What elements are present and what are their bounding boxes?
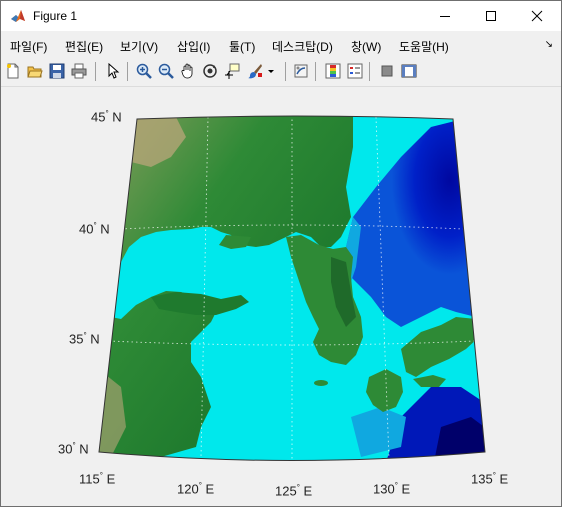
- brush-button[interactable]: [246, 61, 264, 81]
- lat-label-35: 35° N: [69, 331, 100, 347]
- lat-label-30: 30° N: [58, 441, 89, 457]
- matlab-logo-icon: [10, 8, 26, 24]
- save-icon: [49, 63, 65, 79]
- brush-icon: [248, 64, 262, 79]
- lon-label-135: 135° E: [471, 471, 509, 487]
- menu-desktop[interactable]: 데스크탑(D): [272, 38, 333, 55]
- menu-bar: 파일(F) 편집(E) 보기(V) 삽입(I) 툴(T) 데스크탑(D) 창(W…: [1, 32, 561, 58]
- menu-edit[interactable]: 편집(E): [65, 38, 103, 55]
- link-plot-icon: [294, 64, 308, 78]
- lon-label-120: 120° E: [177, 481, 215, 497]
- data-cursor-button[interactable]: [223, 61, 241, 81]
- jeju-island-region: [314, 380, 328, 386]
- title-bar[interactable]: Figure 1: [1, 1, 561, 31]
- pan-icon: [181, 63, 193, 79]
- rotate-3d-button[interactable]: [201, 61, 219, 81]
- lat-label-40: 40° N: [79, 221, 110, 237]
- lon-label-115: 115° E: [79, 471, 116, 487]
- menu-tools[interactable]: 툴(T): [229, 38, 255, 55]
- menu-file[interactable]: 파일(F): [10, 38, 47, 55]
- zoom-out-icon: [158, 63, 174, 79]
- map-image: [99, 116, 485, 461]
- new-figure-icon: [7, 63, 19, 79]
- close-button[interactable]: [514, 1, 560, 31]
- colorbar-icon: [325, 63, 341, 79]
- maximize-button[interactable]: [468, 1, 514, 31]
- show-plot-tools-button[interactable]: [400, 61, 418, 81]
- lat-label-45: 45° N: [91, 109, 122, 125]
- toolbar-separator: [285, 62, 286, 81]
- toolbar-separator: [315, 62, 316, 81]
- toolbar-separator: [369, 62, 370, 81]
- print-button[interactable]: [70, 61, 88, 81]
- insert-colorbar-button[interactable]: [324, 61, 342, 81]
- link-plot-button[interactable]: [292, 61, 310, 81]
- maximize-icon: [486, 11, 496, 21]
- axes-area[interactable]: 45° N 40° N 35° N 30° N 115° E 120° E 12…: [1, 87, 561, 506]
- menu-help[interactable]: 도움말(H): [399, 38, 449, 55]
- menu-insert[interactable]: 삽입(I): [177, 38, 210, 55]
- edit-plot-button[interactable]: [104, 61, 122, 81]
- open-icon: [27, 66, 43, 78]
- close-icon: [531, 10, 543, 22]
- open-file-button[interactable]: [26, 61, 44, 81]
- lon-label-125: 125° E: [275, 483, 313, 499]
- zoom-in-button[interactable]: [135, 61, 153, 81]
- minimize-button[interactable]: [422, 1, 468, 31]
- pointer-icon: [108, 63, 120, 79]
- new-figure-button[interactable]: [4, 61, 22, 81]
- menu-window[interactable]: 창(W): [351, 38, 381, 55]
- insert-legend-button[interactable]: [346, 61, 364, 81]
- hide-plot-tools-icon: [381, 65, 393, 77]
- lon-label-130: 130° E: [373, 481, 411, 497]
- menu-view[interactable]: 보기(V): [120, 38, 158, 55]
- zoom-in-icon: [136, 63, 152, 79]
- toolbar-separator: [127, 62, 128, 81]
- minimize-icon: [440, 16, 450, 17]
- toolbar-separator: [95, 62, 96, 81]
- hide-plot-tools-button[interactable]: [378, 61, 396, 81]
- figure-toolbar: [1, 58, 561, 87]
- rotate-3d-icon: [203, 64, 217, 78]
- data-cursor-icon: [225, 63, 240, 79]
- save-button[interactable]: [48, 61, 66, 81]
- legend-icon: [347, 63, 363, 79]
- brush-dropdown-button[interactable]: [266, 61, 276, 81]
- figure-window: Figure 1 파일(F) 편집(E) 보기(V) 삽입(I) 툴(T) 데스…: [0, 0, 562, 507]
- window-title: Figure 1: [33, 9, 78, 23]
- brush-dropdown-icon: [268, 70, 274, 73]
- pan-button[interactable]: [179, 61, 197, 81]
- show-plot-tools-icon: [401, 64, 417, 78]
- print-icon: [71, 63, 87, 79]
- zoom-out-button[interactable]: [157, 61, 175, 81]
- menu-overflow-arrow-icon[interactable]: ↘: [545, 39, 553, 50]
